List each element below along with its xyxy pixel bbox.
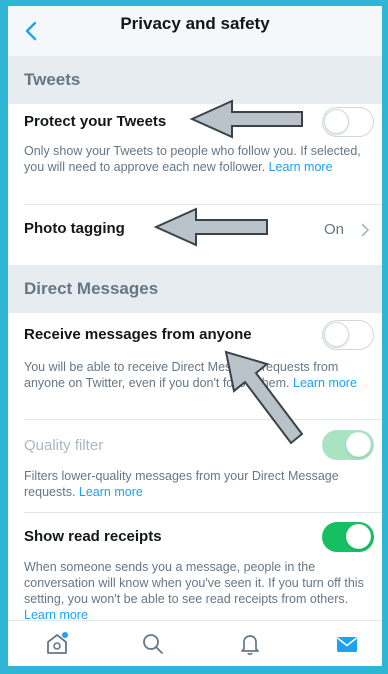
toggle-knob <box>346 432 371 457</box>
page-title: Privacy and safety <box>120 14 270 33</box>
receive-messages-learn-more-link[interactable]: Learn more <box>293 376 357 390</box>
toggle-knob <box>346 524 371 549</box>
quality-filter-learn-more-link[interactable]: Learn more <box>79 485 143 499</box>
read-receipts-description: When someone sends you a message, people… <box>24 560 364 622</box>
quality-filter-toggle <box>322 430 374 460</box>
tab-search[interactable] <box>140 631 166 657</box>
section-header-direct-messages: Direct Messages <box>8 265 382 313</box>
annotation-arrow-photo-tagging <box>153 207 268 247</box>
divider <box>24 512 382 513</box>
read-receipts-toggle[interactable] <box>322 522 374 552</box>
tab-home[interactable] <box>44 631 70 657</box>
toggle-knob <box>324 322 349 347</box>
annotation-arrow-protect <box>189 99 303 139</box>
quality-filter-label: Quality filter <box>24 437 104 454</box>
protect-tweets-toggle[interactable] <box>322 107 374 137</box>
settings-screen: Privacy and safety Tweets Protect your T… <box>8 6 382 666</box>
navigation-bar: Privacy and safety <box>8 6 382 56</box>
photo-tagging-value: On <box>323 221 344 238</box>
protect-tweets-learn-more-link[interactable]: Learn more <box>269 160 333 174</box>
mail-icon <box>337 637 357 652</box>
toggle-knob <box>324 109 349 134</box>
tab-notifications[interactable] <box>237 631 263 657</box>
read-receipts-label: Show read receipts <box>24 528 162 545</box>
divider <box>24 204 382 205</box>
tab-bar <box>8 620 382 666</box>
home-icon <box>47 632 68 654</box>
receive-messages-label: Receive messages from anyone <box>24 326 252 343</box>
quality-filter-description: Filters lower-quality messages from your… <box>24 469 339 499</box>
protect-tweets-description: Only show your Tweets to people who foll… <box>24 144 361 174</box>
photo-tagging-label: Photo tagging <box>24 220 125 237</box>
protect-tweets-label: Protect your Tweets <box>24 113 167 130</box>
bell-icon <box>241 635 259 655</box>
section-header-tweets: Tweets <box>8 56 382 104</box>
notification-dot <box>62 632 68 638</box>
receive-messages-toggle[interactable] <box>322 320 374 350</box>
receive-messages-description: You will be able to receive Direct Messa… <box>24 360 357 390</box>
search-icon <box>143 634 163 654</box>
divider <box>24 419 382 420</box>
chevron-right-icon <box>361 223 370 237</box>
tab-messages[interactable] <box>334 631 360 657</box>
